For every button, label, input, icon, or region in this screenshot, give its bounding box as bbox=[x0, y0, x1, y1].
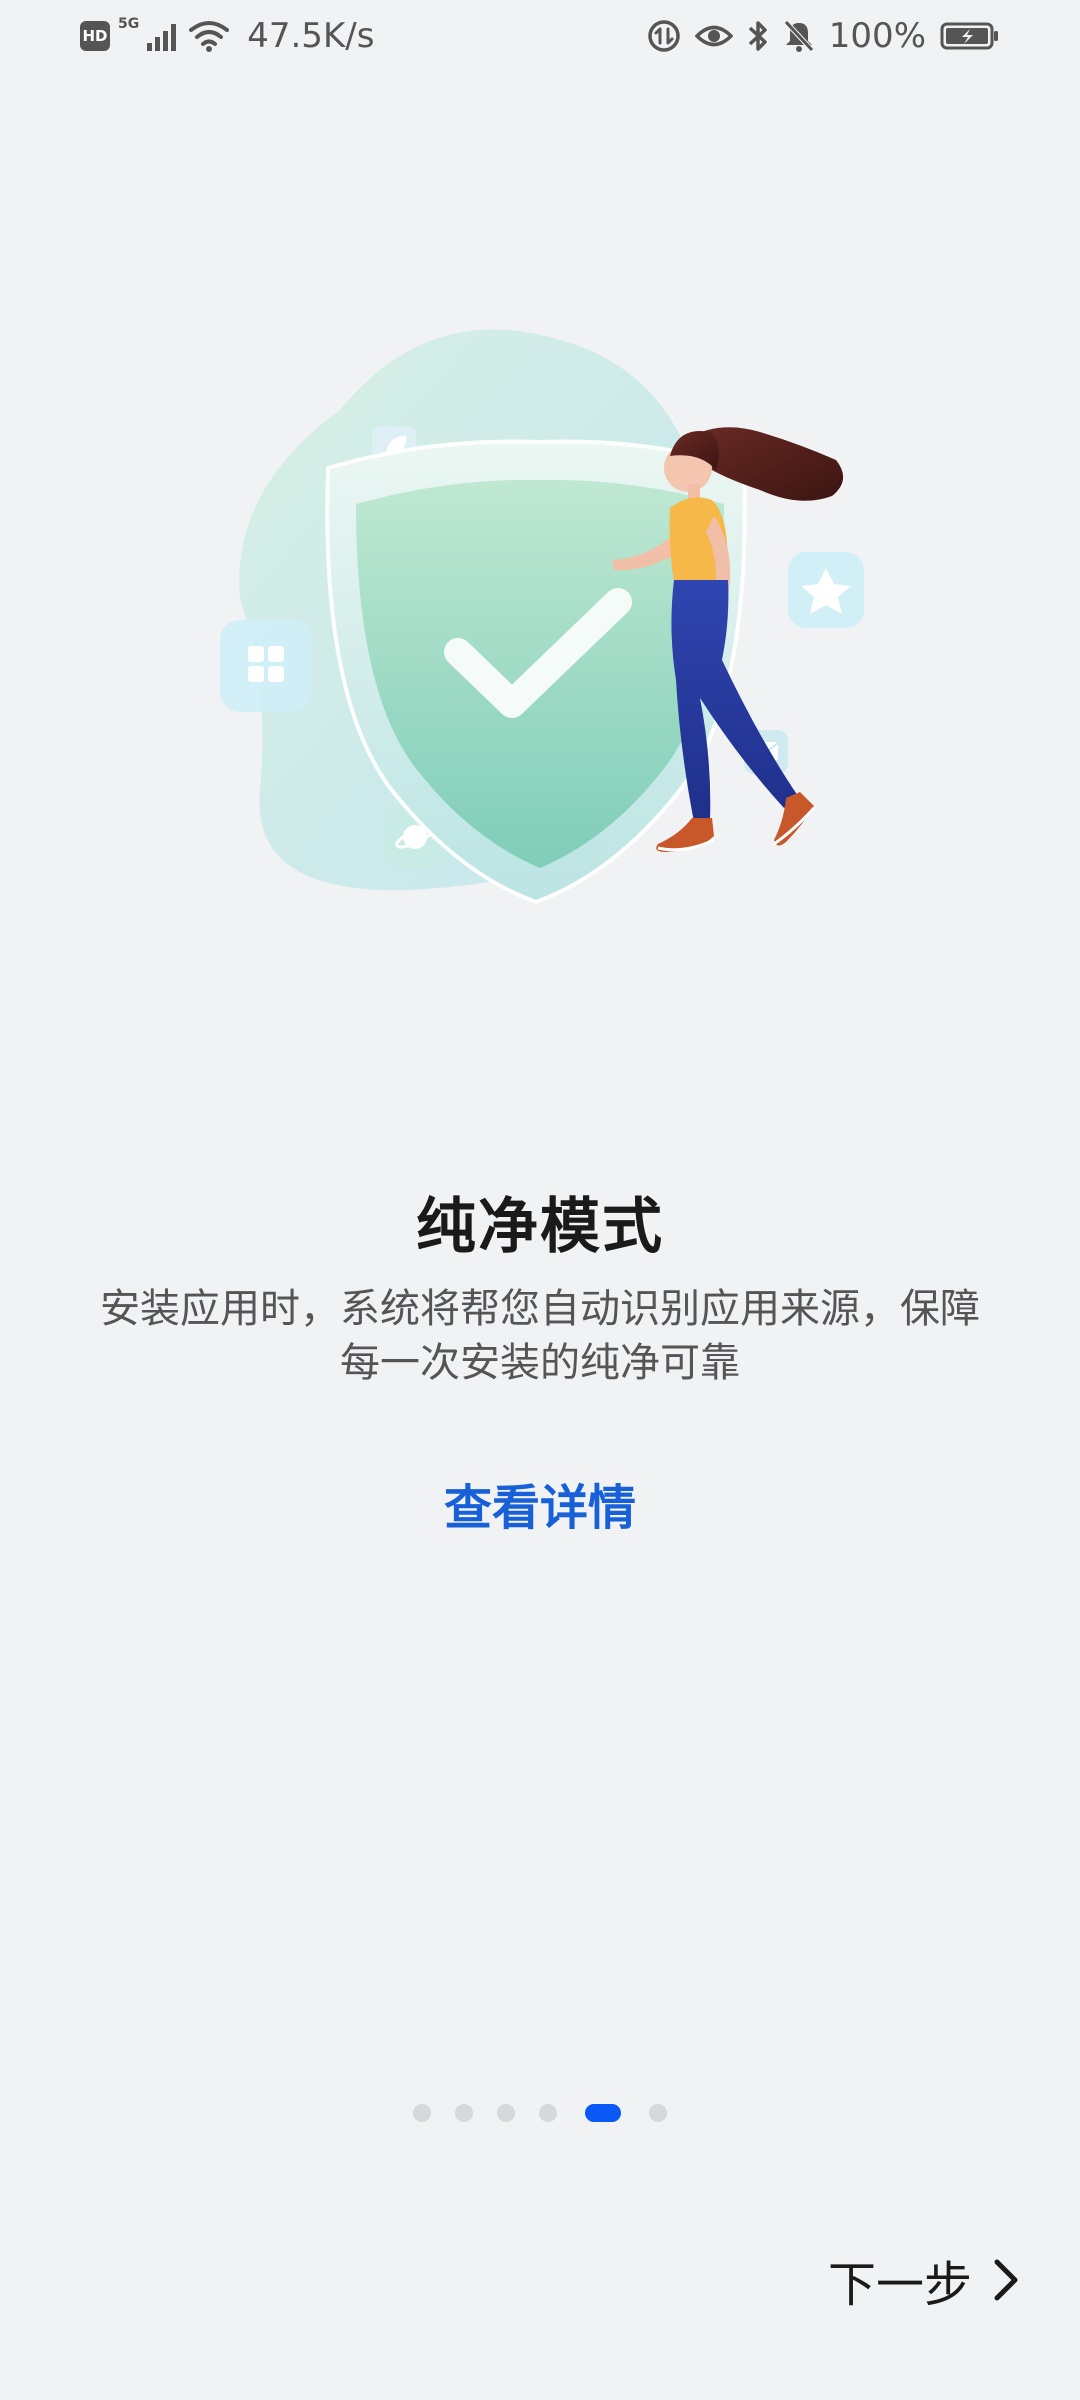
page-indicator bbox=[0, 2104, 1080, 2122]
hd-badge: HD bbox=[80, 21, 110, 51]
page-dot-3[interactable] bbox=[497, 2104, 515, 2122]
page-dot-6[interactable] bbox=[649, 2104, 667, 2122]
network-generation: 5G bbox=[118, 16, 140, 32]
page-description: 安装应用时，系统将帮您自动识别应用来源，保障 每一次安装的纯净可靠 bbox=[70, 1282, 1010, 1390]
network-speed: 47.5K/s bbox=[247, 16, 375, 56]
next-step-label: 下一步 bbox=[827, 2257, 972, 2313]
battery-charging-icon bbox=[940, 21, 1000, 51]
page-dot-2[interactable] bbox=[455, 2104, 473, 2122]
description-line-1: 安装应用时，系统将帮您自动识别应用来源，保障 bbox=[100, 1286, 980, 1332]
page-dot-1[interactable] bbox=[413, 2104, 431, 2122]
status-bar-left: HD 5G 47.5K/s bbox=[80, 12, 374, 60]
page-dot-5-active[interactable] bbox=[585, 2104, 621, 2122]
apps-grid-icon bbox=[220, 620, 312, 712]
page-dot-4[interactable] bbox=[539, 2104, 557, 2122]
star-icon bbox=[788, 552, 864, 628]
eye-comfort-icon bbox=[694, 23, 733, 49]
bluetooth-icon bbox=[747, 19, 769, 53]
pure-mode-illustration bbox=[200, 320, 880, 940]
chevron-right-icon bbox=[992, 2258, 1020, 2302]
wifi-icon bbox=[189, 20, 230, 52]
view-details-link[interactable]: 查看详情 bbox=[340, 1468, 740, 1538]
mute-bell-icon bbox=[783, 19, 815, 53]
status-bar-right: 100% bbox=[647, 12, 1000, 60]
page-title: 纯净模式 bbox=[416, 1192, 664, 1262]
description-line-2: 每一次安装的纯净可靠 bbox=[340, 1340, 740, 1386]
signal-icon bbox=[147, 21, 181, 51]
data-saver-icon bbox=[647, 19, 681, 53]
status-bar: HD 5G 47.5K/s 100% bbox=[0, 0, 1080, 72]
next-step-button[interactable]: 下一步 bbox=[827, 2248, 1020, 2313]
battery-percent: 100% bbox=[828, 16, 926, 56]
